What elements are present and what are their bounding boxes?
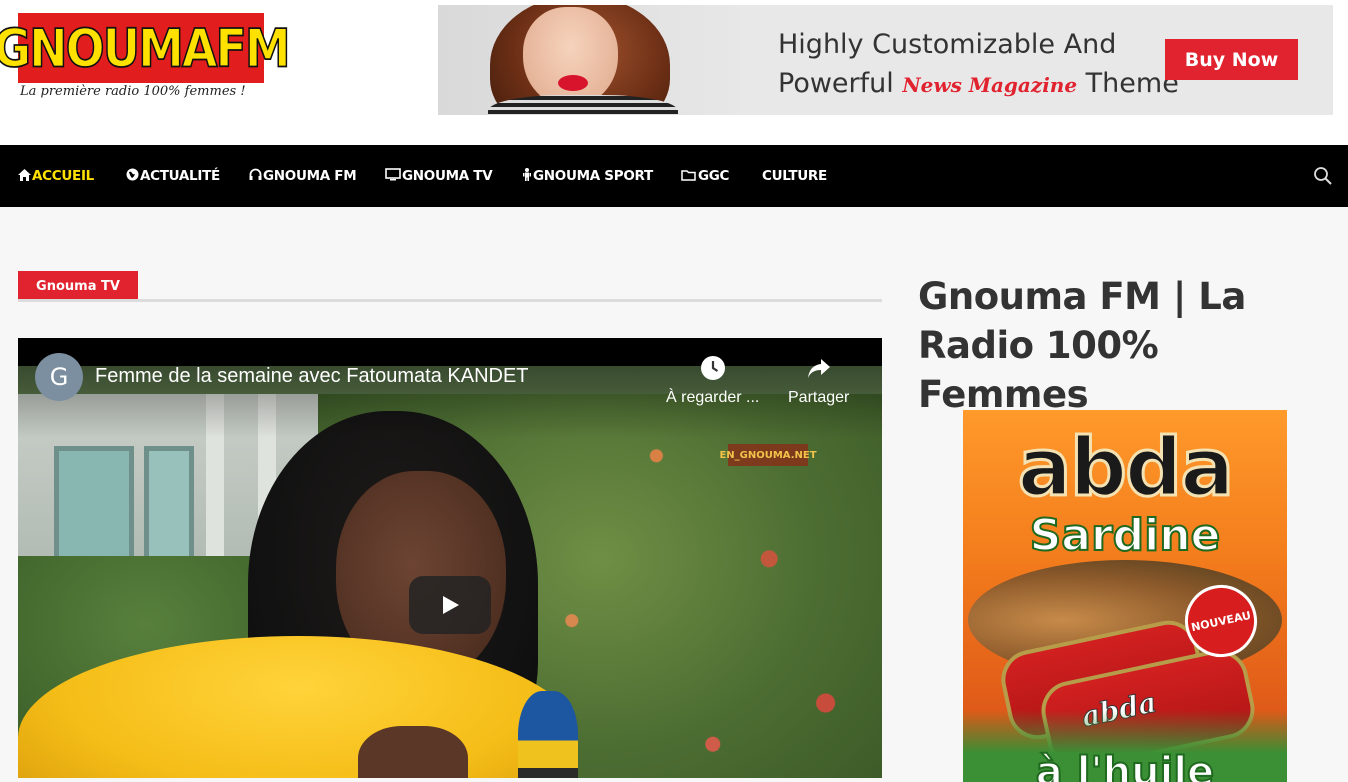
clock-icon <box>700 356 725 380</box>
play-button[interactable] <box>409 576 491 634</box>
sidebar-title: Gnouma FM | La Radio 100% Femmes <box>918 275 1246 416</box>
nav-label-gnouma-fm: GNOUMA FM <box>263 168 357 184</box>
video-watermark: EN_GNOUMA.NET <box>719 444 817 466</box>
site-header: GNOUMAFM La première radio 100% femmes !… <box>0 0 1348 145</box>
banner-text: Highly Customizable And Powerful News Ma… <box>778 25 1179 105</box>
banner-line2-prefix: Powerful <box>778 68 894 99</box>
share-label: Partager <box>788 389 850 406</box>
nav-item-accueil[interactable]: ACCUEIL <box>18 145 94 207</box>
nav-item-gnouma-sport[interactable]: GNOUMA SPORT <box>522 145 653 207</box>
search-icon[interactable] <box>1312 165 1334 187</box>
nav-label-gnouma-tv: GNOUMA TV <box>402 168 493 184</box>
sidebar-ad[interactable]: abda Sardine abda NOUVEAU à l'huile <box>963 410 1287 782</box>
nav-label-ggc: GGC <box>698 168 730 184</box>
ad-bottom-text: à l'huile <box>1035 749 1215 782</box>
logo-text: GNOUMAFM <box>0 16 291 80</box>
logo-box: GNOUMAFM <box>0 13 291 83</box>
site-logo[interactable]: GNOUMAFM La première radio 100% femmes ! <box>0 13 291 105</box>
header-ad-banner[interactable]: Highly Customizable And Powerful News Ma… <box>438 5 1333 115</box>
banner-face <box>523 7 618 107</box>
banner-line2: Powerful News Magazine Theme <box>778 64 1179 105</box>
runner-icon <box>522 168 532 184</box>
banner-line1: Highly Customizable And <box>778 29 1117 60</box>
main-nav: ACCUEIL ACTUALITÉ GNOUMA FM GNOUMA TV GN… <box>0 145 1348 207</box>
nav-item-gnouma-fm[interactable]: GNOUMA FM <box>249 145 357 207</box>
ad-brand: abda <box>1016 421 1236 514</box>
nav-label-gnouma-sport: GNOUMA SPORT <box>533 168 653 184</box>
logo-tagline: La première radio 100% femmes ! <box>20 84 246 99</box>
watch-later-button[interactable]: À regarder ... <box>666 355 759 407</box>
nav-label-accueil: ACCUEIL <box>32 168 94 184</box>
category-tag[interactable]: Gnouma TV <box>18 271 138 301</box>
banner-lips <box>558 75 588 91</box>
nav-item-culture[interactable]: CULTURE <box>762 145 827 207</box>
category-divider <box>18 299 882 302</box>
folder-icon <box>681 169 697 184</box>
share-arrow-icon <box>807 359 830 378</box>
channel-avatar[interactable]: G <box>35 353 83 401</box>
share-button[interactable]: Partager <box>788 355 849 407</box>
nav-label-culture: CULTURE <box>762 168 827 184</box>
thumb-hands <box>358 726 468 778</box>
buy-now-button[interactable]: Buy Now <box>1165 39 1298 80</box>
nav-item-ggc[interactable]: GGC <box>681 145 729 207</box>
headphones-icon <box>249 168 262 184</box>
nav-item-actualite[interactable]: ACTUALITÉ <box>126 145 220 207</box>
nav-item-gnouma-tv[interactable]: GNOUMA TV <box>385 145 493 207</box>
watch-later-label: À regarder ... <box>666 389 760 406</box>
nav-label-actualite: ACTUALITÉ <box>140 168 220 184</box>
play-icon <box>443 596 459 614</box>
thumb-microphone <box>518 691 578 778</box>
home-icon <box>18 168 31 184</box>
monitor-icon <box>385 168 401 184</box>
video-player[interactable]: EN_GNOUMA.NET G Femme de la semaine avec… <box>18 338 882 778</box>
banner-line2-accent: News Magazine <box>902 73 1078 97</box>
banner-photo <box>438 5 738 115</box>
globe-icon <box>126 168 139 184</box>
ad-product: Sardine <box>1029 509 1222 562</box>
video-title[interactable]: Femme de la semaine avec Fatoumata KANDE… <box>95 365 529 388</box>
banner-shirt <box>488 95 678 115</box>
